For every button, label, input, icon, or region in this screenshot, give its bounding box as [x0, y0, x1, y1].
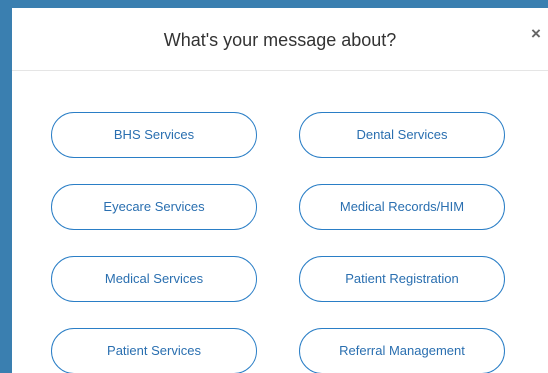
dialog-header: What's your message about? ×: [12, 8, 548, 71]
eyecare-services-button[interactable]: Eyecare Services: [51, 184, 257, 230]
medical-records-him-button[interactable]: Medical Records/HIM: [299, 184, 505, 230]
medical-services-button[interactable]: Medical Services: [51, 256, 257, 302]
referral-management-button[interactable]: Referral Management: [299, 328, 505, 373]
patient-services-button[interactable]: Patient Services: [51, 328, 257, 373]
dialog-title: What's your message about?: [163, 30, 397, 50]
patient-registration-button[interactable]: Patient Registration: [299, 256, 505, 302]
bhs-services-button[interactable]: BHS Services: [51, 112, 257, 158]
dental-services-button[interactable]: Dental Services: [299, 112, 505, 158]
message-topic-dialog: What's your message about? × BHS Service…: [12, 8, 548, 373]
close-icon[interactable]: ×: [526, 24, 546, 44]
